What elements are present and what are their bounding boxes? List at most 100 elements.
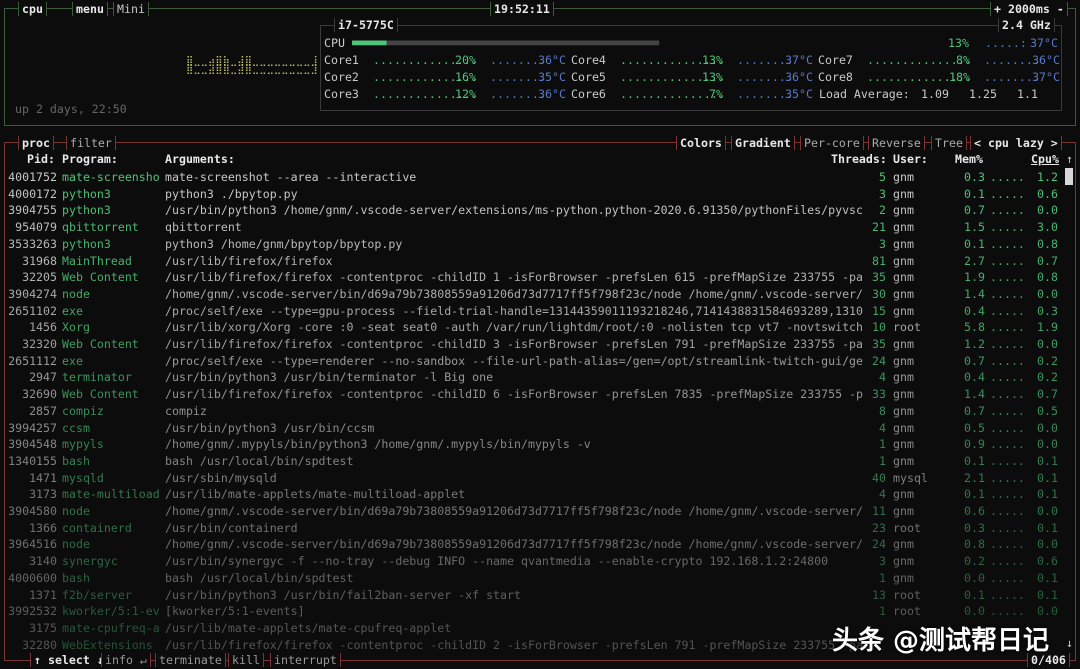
core-temp: 35°C [538,70,566,84]
process-row[interactable]: 3904548 mypyls/home/gnm/.mypyls/bin/pytho… [0,436,1080,452]
sort-selector[interactable]: < cpu lazy > [970,136,1062,150]
process-mem: 0.8 [964,537,985,552]
process-arguments: /usr/lib/mate-applets/mate-cpufreq-apple… [165,620,452,635]
update-interval[interactable]: + 2000ms - [990,2,1068,16]
process-pid: 4000172 [8,186,57,201]
core-temp: 36°C [538,53,566,67]
process-cpu-graph: ..... [990,387,1025,402]
process-row[interactable]: 1471 mysqld/usr/sbin/mysqld 40 mysql 2.1 0.1.… [0,470,1080,486]
process-user: gnm [893,370,914,385]
process-row[interactable]: 1340155 bash bash /usr/local/bin/spdtest 1 g… [0,453,1080,469]
process-row[interactable]: 2651112 exe/proc/self/exe --type=renderer… [0,353,1080,369]
process-mem: 0.1 [964,186,985,201]
process-row[interactable]: 3904755 python3/usr/bin/python3 /home/gnm… [0,202,1080,218]
option-colors[interactable]: Colors [676,136,726,150]
process-cpu: 0.1 [1037,587,1058,602]
process-program: ccsm [62,420,90,435]
process-row[interactable]: 3964516 node/home/gnm/.vscode-server/bin/… [0,536,1080,552]
process-pid: 3904548 [8,437,57,452]
process-row[interactable]: 4000600 bash bash /usr/local/bin/spdtest 1 g… [0,570,1080,586]
process-pid: 1371 [29,587,57,602]
scrollbar[interactable] [1065,168,1073,185]
process-user: root [893,520,921,535]
process-arguments: /proc/self/exe --type=renderer --no-sand… [165,353,864,368]
option-reverse[interactable]: Reverse [868,136,925,150]
process-row[interactable]: 31968 MainThread/usr/lib/firefox/firefox 8… [0,253,1080,269]
header-threads[interactable]: Threads: [831,152,887,166]
header-program[interactable]: Program: [62,152,118,166]
process-threads: 30 [872,286,886,301]
process-row[interactable]: 1456 Xorg/usr/lib/xorg/Xorg -core :0 -sea… [0,319,1080,335]
option-gradient[interactable]: Gradient [731,136,795,150]
process-row[interactable]: 3533263 python3 python3 /home/gnm/bpytop/b… [0,236,1080,252]
process-cpu: 0.0 [1037,337,1058,351]
process-cpu-graph: ..... [990,520,1025,535]
process-row[interactable]: 2651102 exe/proc/self/exe --type=gpu-proc… [0,303,1080,319]
process-mem: 0.1 [964,453,985,468]
process-row[interactable]: 1371 f2b/server/usr/bin/python3 /usr/bin/… [0,587,1080,603]
process-user: gnm [893,387,914,402]
cpu-model: i7-5775C [334,18,398,32]
header-arguments[interactable]: Arguments: [165,152,235,166]
core-pct: 13% [702,70,723,84]
process-row[interactable]: 4001752 mate-screensho mate-screenshot --a… [0,169,1080,185]
scroll-down-icon[interactable]: ↓ [1066,636,1073,650]
process-pid: 2857 [29,403,57,418]
header-pid[interactable]: Pid: [27,152,55,166]
process-mem: 2.1 [964,470,985,485]
process-row[interactable]: 3992532 kworker/5:1-ev [kworker/5:1-events… [0,603,1080,619]
process-row[interactable]: 3904274 node/home/gnm/.vscode-server/bin/… [0,286,1080,302]
cpu-tab[interactable]: cpu [18,2,47,16]
process-row[interactable]: 3140 synergyc/usr/bin/synergyc -f --no-tr… [0,553,1080,569]
process-pid: 2947 [29,370,57,385]
header-mem[interactable]: Mem% [955,152,983,166]
proc-tab[interactable]: proc [18,136,54,150]
process-mem: 0.0 [964,604,985,619]
process-program: exe [62,353,83,368]
process-program: mypyls [62,437,104,452]
load-average-label: Load Average: [819,87,910,101]
mini-toggle[interactable]: Mini [113,2,149,16]
process-program: Web Content [62,337,139,351]
process-row[interactable]: 32320 Web Content/usr/lib/firefox/firefox… [0,336,1080,352]
interrupt-button[interactable]: interrupt [270,653,341,667]
menu-button[interactable]: menu [72,2,108,16]
kill-button[interactable]: kill [228,653,264,667]
process-arguments: /home/gnm/.vscode-server/bin/d69a79b7380… [165,286,864,301]
core-temp: 36°C [785,70,813,84]
option-per-core[interactable]: Per-core [800,136,864,150]
info-button[interactable]: info ↵ [101,653,151,667]
process-mem: 0.7 [964,203,985,218]
process-cpu: 0.0 [1037,420,1058,435]
process-row[interactable]: 3994257 ccsm/usr/bin/python3 /usr/bin/ccs… [0,420,1080,436]
process-user: root [893,604,921,619]
process-row[interactable]: 1366 containerd/usr/bin/containerd 23 root 0… [0,520,1080,536]
option-tree[interactable]: Tree [931,136,967,150]
process-row[interactable]: 32690 Web Content/usr/lib/firefox/firefox… [0,386,1080,402]
header-user[interactable]: User: [893,152,928,166]
process-row[interactable]: 3904580 node/home/gnm/.vscode-server/bin/… [0,503,1080,519]
core-temp: 37°C [785,53,813,67]
header-cpu[interactable]: Cpu% [1031,152,1059,166]
process-row[interactable]: 32205 Web Content/usr/lib/firefox/firefox… [0,269,1080,285]
process-cpu-graph: ..... [990,487,1025,502]
process-row[interactable]: 3173 mate-multiload/usr/lib/mate-applets/… [0,486,1080,502]
process-row[interactable]: 2947 terminator/usr/bin/python3 /usr/bin/… [0,369,1080,385]
process-program: containerd [62,520,132,535]
filter-button[interactable]: filter [66,136,116,150]
process-threads: 10 [872,320,886,335]
process-pid: 1456 [29,320,57,335]
process-pid: 32320 [22,337,57,351]
terminate-button[interactable]: terminate [155,653,226,667]
process-threads: 15 [872,303,886,318]
process-pid: 3994257 [8,420,57,435]
process-arguments: /usr/bin/python3 /usr/bin/terminator -l … [165,370,494,385]
process-user: gnm [893,570,914,585]
select-button[interactable]: ↑ select ↓ [30,653,108,667]
process-program: node [62,286,90,301]
process-arguments: /usr/lib/firefox/firefox -contentproc -c… [165,637,864,652]
process-row[interactable]: 954079 qbittorrent qbittorrent 21 gnm 1.5 3.0.… [0,219,1080,235]
process-mem: 0.7 [964,353,985,368]
process-row[interactable]: 4000172 python3 python3 ./bpytop.py 3 gnm 0.1… [0,186,1080,202]
process-row[interactable]: 2857 compiz compiz 8 gnm 0.7 0.5..... [0,403,1080,419]
